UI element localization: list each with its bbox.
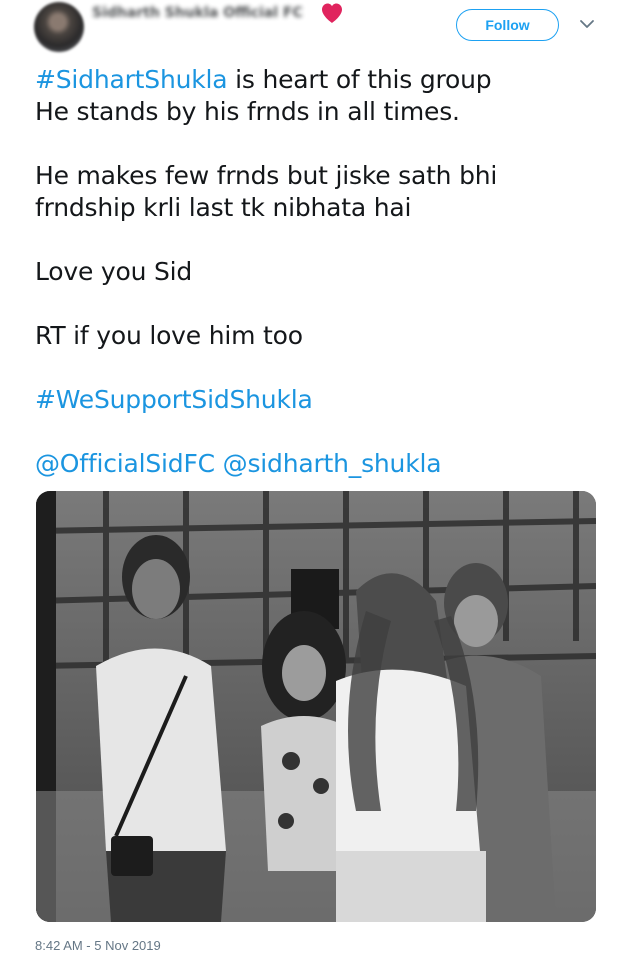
tweet-line: Love you Sid (35, 257, 193, 286)
tweet-line: He makes few frnds but jiske sath bhi (35, 161, 498, 190)
chevron-down-icon[interactable] (578, 17, 596, 31)
tweet-line-text: is heart of this group (227, 65, 492, 94)
tweet-line: RT if you love him too (35, 321, 303, 350)
follow-button[interactable]: Follow (456, 9, 559, 41)
tweet-line: @OfficialSidFC @sidharth_shukla (35, 448, 605, 480)
tweet-line: #SidhartShukla is heart of this group (35, 64, 605, 96)
display-name[interactable]: Sidharth Shukla Official FC (92, 5, 303, 21)
hashtag-sidhartshukla[interactable]: #SidhartShukla (35, 65, 228, 94)
tweet-line: #WeSupportSidShukla (35, 384, 605, 416)
mention-sidharth-shukla[interactable]: @sidharth_shukla (223, 449, 442, 478)
avatar[interactable] (34, 2, 84, 52)
mention-officialsidfc[interactable]: @OfficialSidFC (35, 449, 215, 478)
tweet-text: #SidhartShukla is heart of this group He… (35, 64, 605, 480)
tweet-photo[interactable] (36, 491, 596, 922)
tweet-header: Sidharth Shukla Official FC Follow (0, 0, 624, 56)
tweet-line: He stands by his frnds in all times. (35, 97, 460, 126)
tweet-line: frndship krli last tk nibhata hai (35, 193, 412, 222)
hashtag-wesupportsidshukla[interactable]: #WeSupportSidShukla (35, 385, 313, 414)
heart-icon (322, 3, 342, 23)
tweet-timestamp[interactable]: 8:42 AM - 5 Nov 2019 (35, 938, 161, 953)
photo-image (36, 491, 596, 922)
